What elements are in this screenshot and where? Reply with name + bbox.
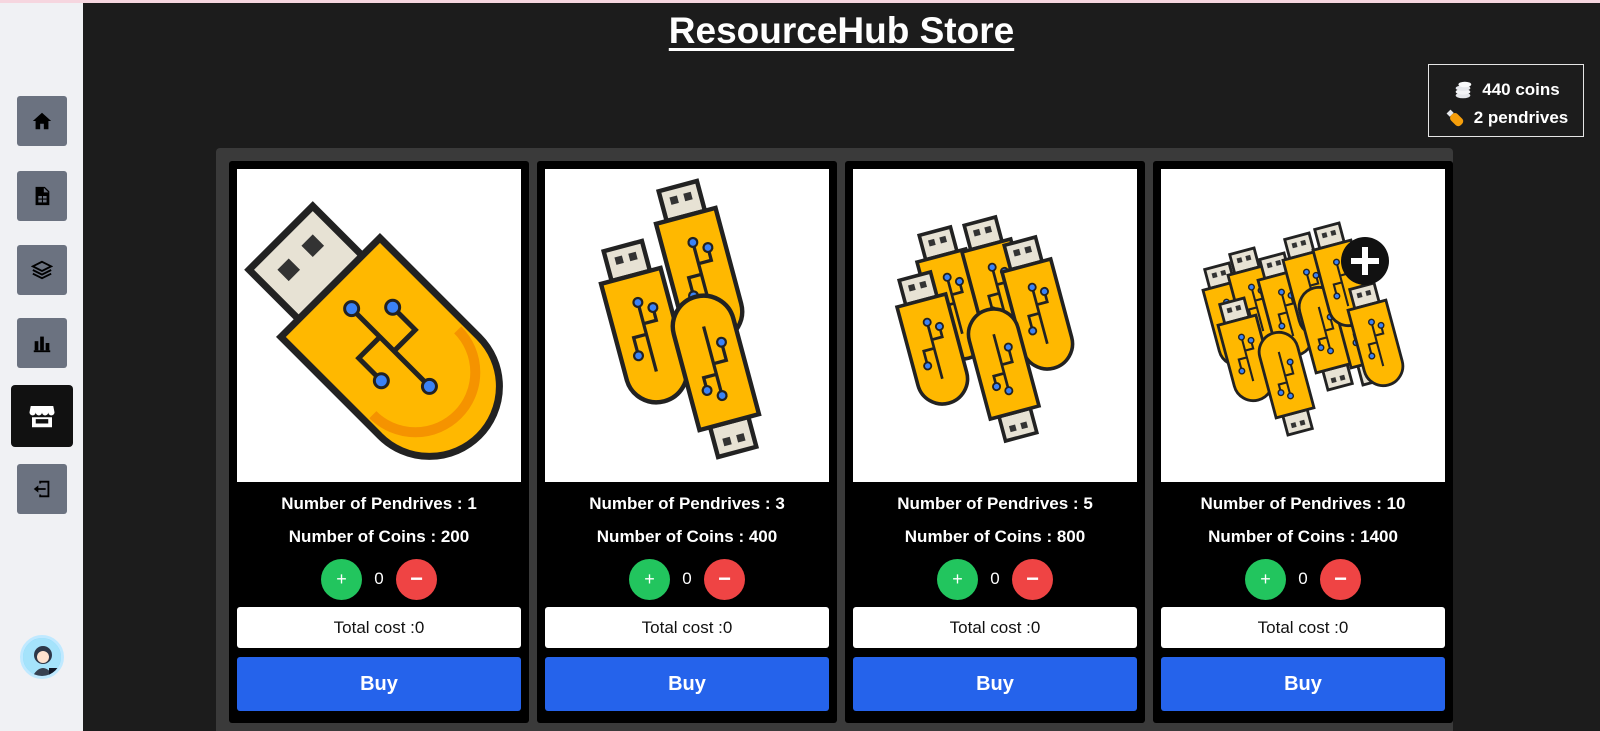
sidebar [0,3,83,731]
coins-count: 440 coins [1482,80,1560,99]
coin-cost-label: Number of Coins : 400 [596,527,778,546]
wallet-pendrives: 2 pendrives [1429,104,1583,132]
total-cost: Total cost :0 [237,607,521,648]
buy-button[interactable]: Buy [853,657,1137,711]
pendrives-count: 2 pendrives [1473,108,1569,127]
quantity-value: 0 [682,569,692,588]
quantity-stepper: + 0 − [229,558,529,600]
product-image [545,169,829,482]
product-image [1161,169,1445,482]
decrement-button[interactable]: − [1012,558,1053,600]
quantity-value: 0 [1298,569,1308,588]
product-card: Number of Pendrives : 5 Number of Coins … [845,161,1145,723]
three-pendrives-icon [545,169,829,482]
pendrive-count-label: Number of Pendrives : 1 [281,494,477,513]
pendrive-count-label: Number of Pendrives : 5 [897,494,1093,513]
buy-button[interactable]: Buy [545,657,829,711]
quantity-stepper: + 0 − [537,558,837,600]
coin-cost-label: Number of Coins : 200 [288,527,470,546]
buy-button[interactable]: Buy [1161,657,1445,711]
single-pendrive-icon [244,201,503,460]
buy-button[interactable]: Buy [237,657,521,711]
sidebar-item-home[interactable] [17,96,67,146]
decrement-button[interactable]: − [1320,558,1361,600]
quantity-value: 0 [374,569,384,588]
avatar[interactable] [20,635,64,679]
increment-button[interactable]: + [629,558,670,600]
sidebar-item-layers[interactable] [17,245,67,295]
decrement-button[interactable]: − [704,558,745,600]
logout-icon [33,480,50,498]
coin-cost-label: Number of Coins : 1400 [1208,527,1398,546]
ten-pendrives-icon [1196,219,1409,439]
quantity-value: 0 [990,569,1000,588]
pendrive-count-label: Number of Pendrives : 3 [589,494,785,513]
user-avatar-icon [23,638,61,676]
pendrive-icon [1446,109,1463,127]
quantity-stepper: + 0 − [845,558,1145,600]
increment-button[interactable]: + [937,558,978,600]
home-icon [32,112,52,130]
total-cost: Total cost :0 [853,607,1137,648]
product-card: Number of Pendrives : 1 Number of Coins … [229,161,529,723]
increment-button[interactable]: + [1245,558,1286,600]
sidebar-item-stats[interactable] [17,318,67,368]
spreadsheet-file-icon [35,186,50,206]
decrement-button[interactable]: − [396,558,437,600]
coin-cost-label: Number of Coins : 800 [904,527,1086,546]
layers-icon [31,260,53,280]
sidebar-item-logout[interactable] [17,464,67,514]
wallet-coins: 440 coins [1429,76,1583,104]
bar-chart-icon [33,336,51,353]
page-title: ResourceHub Store [668,10,1015,51]
sidebar-item-store[interactable] [11,385,73,447]
product-image [237,169,521,482]
total-cost: Total cost :0 [545,607,829,648]
wallet-summary: 440 coins 2 pendrives [1428,64,1584,137]
product-card: Number of Pendrives : 10 Number of Coins… [1153,161,1453,723]
product-image [853,169,1137,482]
pendrive-count-label: Number of Pendrives : 10 [1200,494,1406,513]
five-pendrives-icon [888,212,1080,446]
top-strip [0,0,1600,3]
total-cost: Total cost :0 [1161,607,1445,648]
product-card: Number of Pendrives : 3 Number of Coins … [537,161,837,723]
sidebar-item-sheet[interactable] [17,171,67,221]
increment-button[interactable]: + [321,558,362,600]
store-icon [29,406,55,428]
quantity-stepper: + 0 − [1153,558,1453,600]
coin-stack-icon [1455,81,1472,99]
